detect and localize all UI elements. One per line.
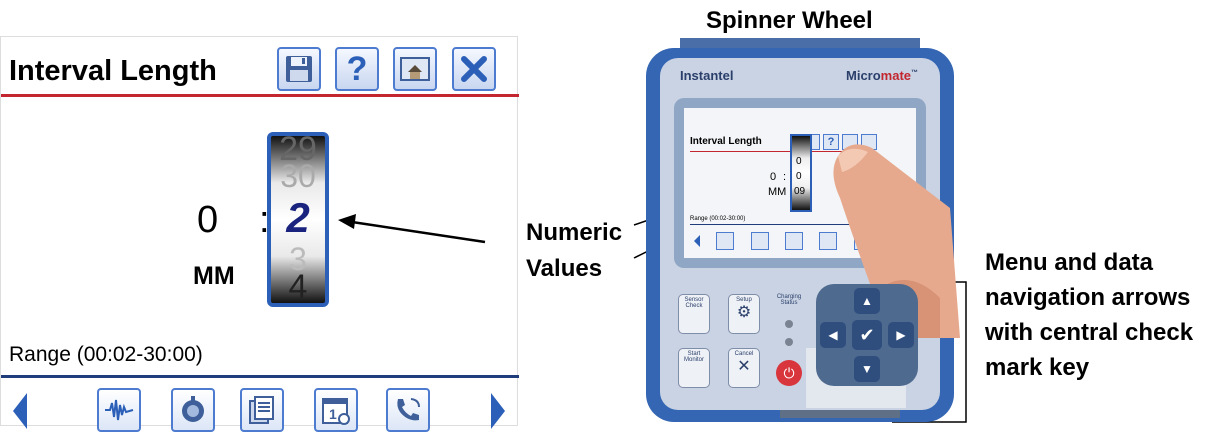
close-icon <box>461 56 487 82</box>
device-waveform-icon <box>716 232 735 250</box>
device-spinner-value: 0 <box>796 171 802 182</box>
range-text: Range (00:02-30:00) <box>9 343 203 366</box>
up-arrow-key[interactable]: ▲ <box>854 288 880 314</box>
callout-menu-line4: mark key <box>985 354 1090 381</box>
cancel-button[interactable]: Cancel ✕ <box>728 348 760 388</box>
calendar-icon: 1 <box>322 398 350 425</box>
home-button[interactable] <box>393 47 437 91</box>
svg-text:1: 1 <box>329 406 337 422</box>
sensor-check-label: Sensor Check <box>684 297 704 309</box>
callout-menu-line2: navigation arrows <box>985 284 1191 311</box>
device-spinner-value: 0 <box>796 156 802 167</box>
device-brand-text: Instantel <box>680 68 734 83</box>
save-button[interactable] <box>277 47 321 91</box>
nav-calendar-button[interactable]: 1 <box>314 388 358 432</box>
device-geophone-icon <box>750 232 769 250</box>
check-mark-key[interactable]: ✔ <box>852 320 882 350</box>
spinner-value: 30 <box>280 158 316 194</box>
right-arrow-key[interactable]: ▶ <box>888 322 914 348</box>
down-arrow-key[interactable]: ▼ <box>854 356 880 382</box>
device-left-arrow-icon <box>694 235 700 247</box>
power-button[interactable]: ⏻ <box>776 360 802 386</box>
files-icon <box>249 396 274 424</box>
nav-geophone-button[interactable] <box>171 388 215 432</box>
save-icon <box>286 56 312 82</box>
waveform-icon <box>105 399 134 421</box>
device-unit-label: MM <box>768 186 787 198</box>
device-model: Micromate™ <box>846 68 918 83</box>
nav-rule <box>1 375 519 378</box>
device-screen-title: Interval Length <box>690 136 762 147</box>
device-spinner-wheel[interactable]: 0 0 09 <box>790 134 812 212</box>
gear-icon: ⚙ <box>736 304 752 321</box>
unit-label: MM <box>193 262 235 290</box>
right-arrow-icon <box>491 393 505 429</box>
phone-icon <box>397 398 420 421</box>
sensor-check-button[interactable]: Sensor Check <box>678 294 710 334</box>
callout-menu-line1: Menu and data <box>985 249 1154 276</box>
device-range-text: Range (00:02-30:00) <box>690 216 746 222</box>
start-monitor-label: Start Monitor <box>683 351 704 363</box>
title-rule <box>1 94 519 97</box>
left-arrow-key[interactable]: ◀ <box>820 322 846 348</box>
device-minutes-value: 0 <box>770 171 777 183</box>
device-spinner-value: 09 <box>794 186 806 197</box>
device-separator: : <box>783 171 787 183</box>
spinner-value: 4 <box>288 268 308 306</box>
geophone-icon <box>182 396 204 422</box>
setup-button[interactable]: Setup ⚙ <box>728 294 760 334</box>
pointer-arrow <box>338 214 486 244</box>
device-trademark: ™ <box>911 69 919 77</box>
charging-led <box>785 320 793 328</box>
close-button[interactable] <box>452 47 496 91</box>
home-icon <box>400 57 430 81</box>
cancel-x-icon: ✕ <box>737 358 751 375</box>
minutes-value: 0 <box>197 199 219 241</box>
nav-files-button[interactable] <box>240 388 284 432</box>
left-arrow-icon <box>13 393 27 429</box>
help-button[interactable]: ? <box>335 47 379 91</box>
nav-waveform-button[interactable] <box>97 388 141 432</box>
micromate-device: Instantel Micromate™ Interval Length ? 0… <box>640 38 960 426</box>
status-led <box>785 338 793 346</box>
callout-menu-line3: with central check <box>985 319 1194 346</box>
charging-status-label: Charging Status <box>776 294 802 306</box>
device-brand: Instantel <box>680 68 733 83</box>
device-files-icon <box>784 232 803 250</box>
device-model-suffix: mate <box>880 68 912 83</box>
nav-phone-button[interactable] <box>386 388 430 432</box>
device-model-prefix: Micro <box>846 68 881 83</box>
callout-numeric-line2: Values <box>526 255 603 282</box>
spinner-selected-value: 2 <box>286 194 310 241</box>
spinner-wheel[interactable]: 29 30 2 3 4 <box>267 132 329 307</box>
nav-left-arrow[interactable] <box>9 391 31 436</box>
nav-right-arrow[interactable] <box>487 391 509 436</box>
help-icon: ? <box>346 50 368 88</box>
start-monitor-button[interactable]: Start Monitor <box>678 348 710 388</box>
screen-title: Interval Length <box>9 55 217 87</box>
